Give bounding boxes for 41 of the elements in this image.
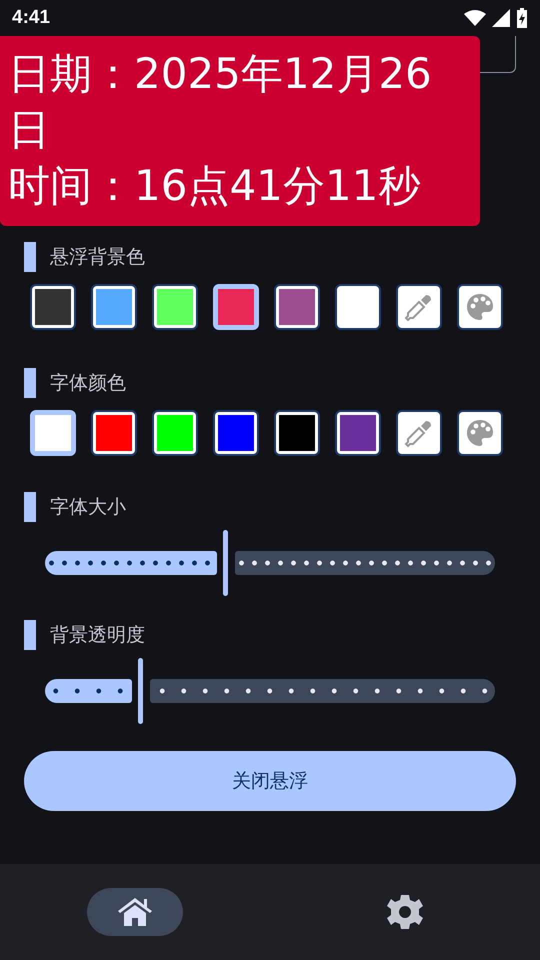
color-swatch[interactable] xyxy=(91,284,137,330)
slider-thumb[interactable] xyxy=(138,658,142,724)
color-swatch[interactable] xyxy=(213,410,259,456)
section-marker xyxy=(24,620,36,650)
color-swatch[interactable] xyxy=(152,410,198,456)
color-swatch[interactable] xyxy=(335,284,381,330)
eyedropper-button[interactable] xyxy=(396,410,442,456)
slider[interactable] xyxy=(45,530,495,596)
palette-icon xyxy=(464,291,496,323)
color-swatch[interactable] xyxy=(335,410,381,456)
section-title: 背景透明度 xyxy=(50,623,145,648)
palette-button[interactable] xyxy=(457,410,503,456)
section-marker xyxy=(24,368,36,398)
home-icon xyxy=(116,896,154,928)
eyedropper-icon xyxy=(404,292,434,322)
home-tab[interactable] xyxy=(87,888,183,936)
section-title: 字体颜色 xyxy=(50,371,126,396)
color-swatch[interactable] xyxy=(91,410,137,456)
section-title: 悬浮背景色 xyxy=(50,245,145,270)
color-swatch[interactable] xyxy=(30,284,76,330)
section-title: 字体大小 xyxy=(50,495,126,520)
battery-charging-icon xyxy=(516,8,528,28)
signal-icon xyxy=(492,9,510,27)
close-overlay-button[interactable]: 关闭悬浮 xyxy=(24,751,516,811)
eyedropper-icon xyxy=(404,418,434,448)
eyedropper-button[interactable] xyxy=(396,284,442,330)
slider[interactable] xyxy=(45,658,495,724)
color-swatch[interactable] xyxy=(274,410,320,456)
floating-overlay[interactable]: 日期：2025年12月26日 时间：16点41分11秒 xyxy=(0,36,480,226)
section-marker xyxy=(24,492,36,522)
settings-icon xyxy=(386,893,424,931)
wifi-icon xyxy=(464,10,486,26)
overlay-text: 时间：16点41分11秒 xyxy=(8,160,422,212)
status-time: 4:41 xyxy=(12,7,50,29)
color-swatch[interactable] xyxy=(152,284,198,330)
color-swatch[interactable] xyxy=(274,284,320,330)
palette-icon xyxy=(464,417,496,449)
palette-button[interactable] xyxy=(457,284,503,330)
section-marker xyxy=(24,242,36,272)
slider-thumb[interactable] xyxy=(223,530,228,596)
overlay-text: 日期：2025年12月26日 xyxy=(8,48,433,156)
